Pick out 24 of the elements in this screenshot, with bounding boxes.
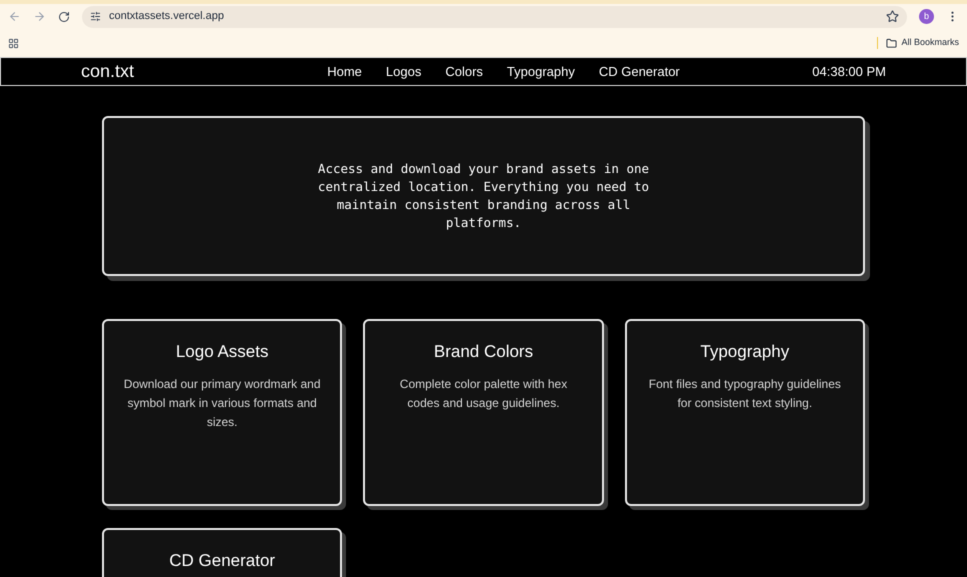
card-description: Complete color palette with hex codes and usage guidelines. xyxy=(398,376,568,412)
bookmark-star-icon[interactable] xyxy=(886,10,899,23)
url-text: contxtassets.vercel.app xyxy=(109,9,225,24)
address-bar[interactable]: contxtassets.vercel.app xyxy=(82,6,907,28)
card-title: CD Generator xyxy=(169,550,276,572)
nav-link[interactable]: Typography xyxy=(506,62,575,82)
card-title: Brand Colors xyxy=(434,341,534,363)
logo-text[interactable]: con.txt xyxy=(81,58,241,85)
profile-avatar[interactable]: b xyxy=(919,9,934,24)
card-title: Typography xyxy=(700,341,790,363)
hero-text: Access and download your brand assets in one centralized location. Everything you need to maintain consistent branding across all platforms. xyxy=(316,160,650,232)
site-settings-icon[interactable] xyxy=(90,11,101,22)
nav-link[interactable]: Logos xyxy=(386,62,422,82)
all-bookmarks-button[interactable]: All Bookmarks xyxy=(886,36,959,50)
card-description: Font files and typography guidelines for consistent text styling. xyxy=(648,376,842,412)
nav-link[interactable]: Home xyxy=(327,62,362,82)
card-description: Download our primary wordmark and symbol mark in various formats and sizes. xyxy=(122,376,322,430)
apps-icon[interactable] xyxy=(8,38,19,48)
card-title: Logo Assets xyxy=(176,341,268,363)
nav-link[interactable]: Colors xyxy=(445,62,483,82)
folder-icon xyxy=(886,38,898,48)
clock-text: 04:38:00 PM xyxy=(811,62,886,81)
reload-icon[interactable] xyxy=(58,10,70,22)
nav-link[interactable]: CD Generator xyxy=(598,62,680,82)
